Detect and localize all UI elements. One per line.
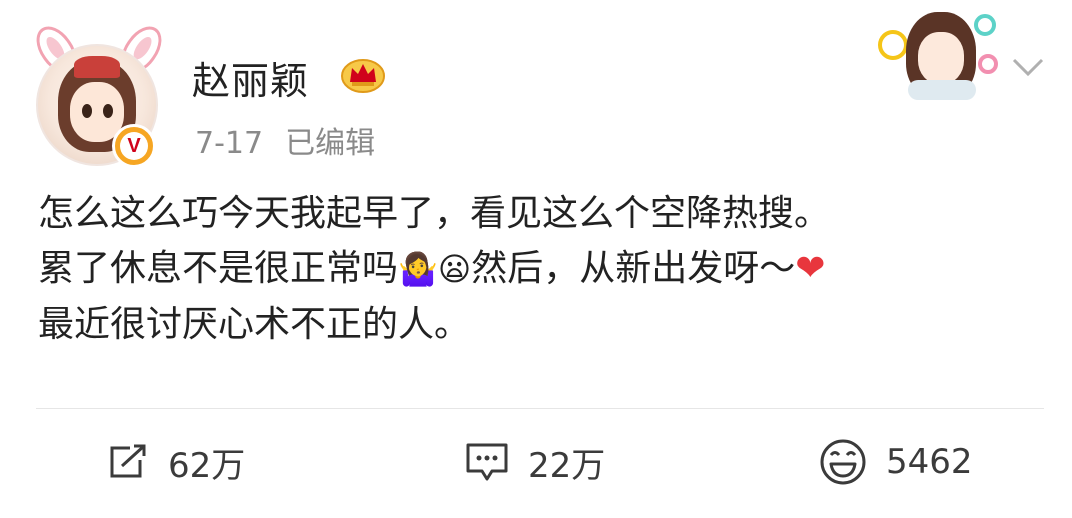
repost-button[interactable]: 62万 <box>106 436 245 488</box>
like-button[interactable]: 5462 <box>818 436 973 488</box>
comment-count: 22万 <box>528 445 606 486</box>
post-meta: 7-17 已编辑 <box>195 118 375 162</box>
user-avatar[interactable]: V <box>28 18 170 168</box>
girl-sticker-decoration <box>878 10 998 100</box>
crown-icon[interactable] <box>340 54 386 94</box>
post-line-2: 累了休息不是很正常吗🤷‍♀️😦然后，从新出发呀～❤ <box>38 241 1058 297</box>
post-line-2-text-a: 累了休息不是很正常吗 <box>38 248 399 289</box>
confused-emoji-icon: 😦 <box>437 250 472 288</box>
repost-icon <box>110 444 146 478</box>
chevron-down-icon[interactable] <box>1010 56 1046 80</box>
smile-like-icon <box>820 439 866 485</box>
verified-badge-icon: V <box>112 124 156 168</box>
edited-label[interactable]: 已编辑 <box>285 126 375 161</box>
heart-icon: ❤ <box>795 248 826 289</box>
comment-icon <box>466 443 508 481</box>
post-content: 怎么这么巧今天我起早了，看见这么个空降热搜。 累了休息不是很正常吗🤷‍♀️😦然后… <box>38 186 1058 352</box>
repost-count: 62万 <box>168 445 246 486</box>
username[interactable]: 赵丽颖 <box>192 50 309 105</box>
post-time: 7-17 <box>195 126 264 161</box>
comment-button[interactable]: 22万 <box>464 436 605 488</box>
divider <box>36 408 1044 409</box>
shrug-emoji-icon: 🤷‍♀️ <box>398 250 438 288</box>
post-line-2-text-b: 然后，从新出发呀～ <box>471 248 796 289</box>
like-count: 5462 <box>886 442 973 482</box>
post-line-1: 怎么这么巧今天我起早了，看见这么个空降热搜。 <box>38 193 831 234</box>
post-line-3: 最近很讨厌心术不正的人。 <box>38 304 471 345</box>
